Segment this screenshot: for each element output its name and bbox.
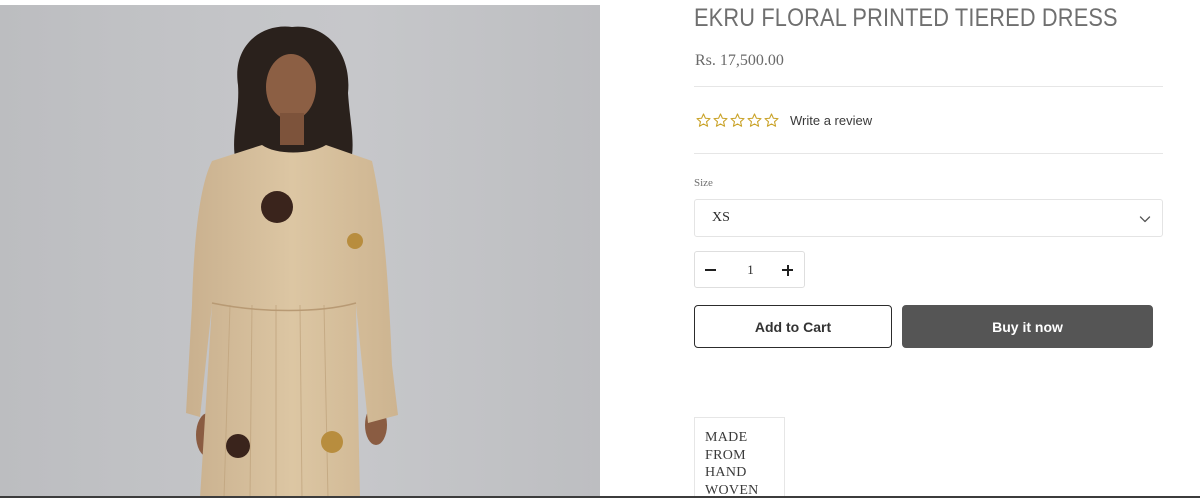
star-outline-icon xyxy=(747,112,762,127)
product-page: EKRU FLORAL PRINTED TIERED DRESS Rs. 17,… xyxy=(0,0,1200,498)
quantity-value[interactable]: 1 xyxy=(727,252,774,287)
size-label: Size xyxy=(694,177,713,189)
plus-icon[interactable] xyxy=(772,252,804,287)
size-select[interactable]: XS xyxy=(694,199,1163,237)
badge-line: FROM xyxy=(705,447,746,463)
product-image[interactable] xyxy=(0,5,600,498)
star-outline-icon xyxy=(713,112,728,127)
rating-stars[interactable] xyxy=(695,112,780,129)
add-to-cart-button[interactable]: Add to Cart xyxy=(694,305,892,348)
handwoven-badge: MADE FROM HAND WOVEN xyxy=(694,417,785,498)
star-outline-icon xyxy=(764,112,779,127)
badge-line: HAND xyxy=(705,465,747,480)
star-outline-icon xyxy=(730,112,745,127)
badge-line: MADE xyxy=(705,430,748,445)
product-photo xyxy=(186,26,398,498)
write-review-link[interactable]: Write a review xyxy=(790,113,872,128)
minus-icon[interactable] xyxy=(695,252,727,287)
quantity-stepper: 1 xyxy=(694,251,805,288)
product-title: EKRU FLORAL PRINTED TIERED DRESS xyxy=(694,4,1118,32)
size-selected-value: XS xyxy=(712,210,730,225)
chevron-down-icon xyxy=(1139,216,1151,223)
buy-it-now-button[interactable]: Buy it now xyxy=(902,305,1153,348)
divider xyxy=(694,153,1163,154)
product-price: Rs. 17,500.00 xyxy=(695,52,784,69)
star-outline-icon xyxy=(696,112,711,127)
rating-row: Write a review xyxy=(695,110,872,130)
divider xyxy=(694,86,1163,87)
